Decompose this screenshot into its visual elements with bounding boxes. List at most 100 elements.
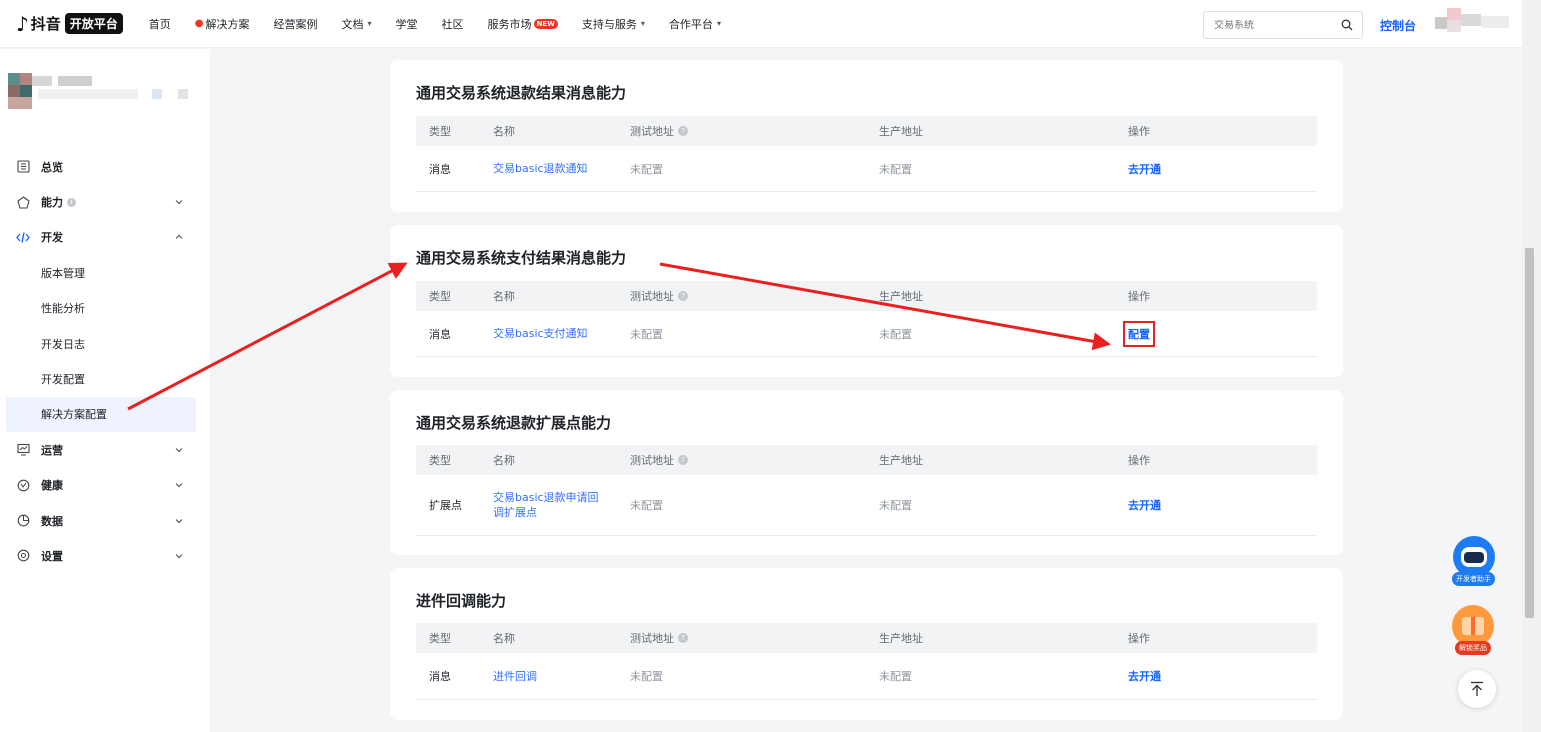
col-header-test-url-label: 测试地址: [630, 290, 674, 303]
question-icon[interactable]: ?: [678, 126, 688, 136]
sidebar-subitem-active[interactable]: 解决方案配置: [6, 396, 196, 433]
activate-button[interactable]: 去开通: [1128, 163, 1161, 176]
data-icon: [16, 514, 30, 528]
search-icon[interactable]: [1340, 18, 1354, 32]
back-to-top-button[interactable]: [1458, 670, 1496, 708]
logo-text: 抖音: [30, 15, 61, 33]
col-header-test-url-label: 测试地址: [630, 454, 674, 467]
cell-type: 消息: [429, 670, 451, 683]
nav-item[interactable]: 经营案例: [274, 16, 318, 32]
cell-prod-url: 未配置: [879, 670, 912, 683]
table-row: 消息 交易basic支付通知 未配置 未配置 配置: [416, 311, 1317, 357]
question-icon[interactable]: ?: [678, 455, 688, 465]
assistant-label: 开发者助手: [1452, 572, 1495, 586]
cell-test-url: 未配置: [630, 162, 663, 176]
health-icon: [16, 478, 30, 492]
cell-action: 去开通: [1115, 668, 1317, 684]
console-link[interactable]: 控制台: [1380, 17, 1416, 34]
cell-name-link[interactable]: 进件回调: [480, 669, 617, 684]
activate-button[interactable]: 去开通: [1128, 499, 1161, 512]
douyin-logo[interactable]: ♪ 抖音 开放平台: [16, 12, 123, 36]
nav-item[interactable]: ● 解决方案: [195, 16, 250, 32]
cell-type: 消息: [429, 162, 451, 176]
chevron-down-icon[interactable]: [174, 480, 184, 490]
table-row: 扩展点 交易basic退款申请回调扩展点 未配置 未配置 去开通: [416, 475, 1317, 536]
nav-item-label: 学堂: [395, 17, 418, 31]
chevron-down-icon[interactable]: [174, 197, 184, 207]
search-box[interactable]: [1203, 11, 1363, 39]
cell-prod-url: 未配置: [879, 162, 912, 176]
col-header-test-url: 测试地址?: [617, 452, 866, 468]
sidebar-item-label: 总览: [41, 160, 63, 174]
sidebar-item[interactable]: 健康: [0, 468, 210, 503]
sidebar-item-label: 开发: [41, 231, 63, 245]
search-input[interactable]: [1214, 19, 1340, 31]
chevron-down-icon[interactable]: [174, 551, 184, 561]
chevron-up-icon[interactable]: [174, 232, 184, 242]
question-icon[interactable]: ?: [678, 633, 688, 643]
cell-prod-url: 未配置: [879, 327, 912, 341]
page-scrollbar[interactable]: [1522, 0, 1541, 732]
col-header-name: 名称: [493, 290, 515, 303]
cell-type: 扩展点: [429, 499, 462, 512]
sidebar-subitem[interactable]: 版本管理: [0, 255, 210, 290]
cell-name-link[interactable]: 交易basic支付通知: [480, 326, 617, 341]
sidebar-item[interactable]: 设置: [0, 538, 210, 573]
unlock-reward-button[interactable]: 解锁奖品: [1452, 605, 1494, 655]
sidebar-item-label: 健康: [41, 479, 63, 493]
scrollbar-thumb[interactable]: [1525, 248, 1534, 618]
col-header-type: 类型: [429, 125, 451, 138]
nav-item[interactable]: 社区: [442, 16, 464, 32]
sidebar-item[interactable]: 数据: [0, 503, 210, 538]
capability-card: 通用交易系统退款扩展点能力 类型 名称 测试地址? 生产地址 操作 扩展点 交易basic退款…: [390, 390, 1343, 555]
sidebar-item[interactable]: 能力 i: [0, 184, 210, 219]
col-header-type: 类型: [429, 454, 451, 467]
cell-name-link[interactable]: 交易basic退款通知: [480, 161, 617, 176]
col-header-action: 操作: [1128, 290, 1150, 303]
nav-item[interactable]: 首页: [149, 16, 171, 32]
col-header-prod-url: 生产地址: [879, 125, 923, 138]
nav-item-label: 首页: [148, 17, 171, 31]
logo-badge: 开放平台: [64, 13, 123, 34]
cell-name-link[interactable]: 交易basic退款申请回调扩展点: [480, 490, 617, 520]
nav-item[interactable]: 学堂: [396, 16, 418, 32]
cell-test-url: 未配置: [630, 327, 663, 341]
sidebar-item-label: 能力: [41, 196, 63, 210]
info-icon: i: [67, 197, 76, 207]
chevron-down-icon: ▾: [716, 19, 721, 28]
nav-item[interactable]: 合作平台 ▾: [669, 16, 721, 32]
question-icon[interactable]: ?: [678, 291, 688, 301]
nav-item-label: 服务市场: [487, 17, 532, 31]
nav-item[interactable]: 支持与服务 ▾: [582, 16, 645, 32]
cell-type: 消息: [429, 327, 451, 341]
table-header: 类型 名称 测试地址? 生产地址 操作: [416, 623, 1317, 653]
col-header-action: 操作: [1128, 454, 1150, 467]
nav-item[interactable]: 服务市场 NEW: [488, 16, 558, 32]
nav-item-label: 支持与服务: [581, 17, 637, 31]
col-header-name: 名称: [493, 125, 515, 138]
chevron-down-icon[interactable]: [174, 516, 184, 526]
new-badge: NEW: [533, 18, 558, 29]
sidebar-item-label: 设置: [41, 549, 63, 563]
activate-button[interactable]: 去开通: [1128, 670, 1161, 683]
nav-item-label: 合作平台: [668, 17, 713, 31]
sidebar-item[interactable]: 运营: [0, 432, 210, 467]
col-header-test-url-label: 测试地址: [630, 632, 674, 645]
col-header-type: 类型: [429, 290, 451, 303]
sidebar-subitem[interactable]: 开发日志: [0, 326, 210, 361]
capability-table: 类型 名称 测试地址? 生产地址 操作 扩展点 交易basic退款申请回调扩展点 未配置 未配置…: [416, 445, 1317, 536]
chevron-down-icon[interactable]: [174, 445, 184, 455]
table-header: 类型 名称 测试地址? 生产地址 操作: [416, 445, 1317, 475]
nav-item[interactable]: 文档 ▾: [342, 16, 372, 32]
sidebar-subitem[interactable]: 开发配置: [0, 361, 210, 396]
sidebar-item[interactable]: 开发: [0, 220, 210, 255]
chevron-down-icon: ▾: [640, 19, 645, 28]
sidebar-item[interactable]: 总览: [0, 149, 210, 184]
capability-card: 进件回调能力 类型 名称 测试地址? 生产地址 操作 消息 进件回调 未配置 未配置 去开通: [390, 568, 1343, 720]
configure-button[interactable]: 配置: [1123, 320, 1155, 347]
sidebar-subitem[interactable]: 性能分析: [0, 291, 210, 326]
col-header-prod-url: 生产地址: [879, 454, 923, 467]
developer-assistant-button[interactable]: 开发者助手: [1452, 536, 1495, 586]
nav-item-label: 经营案例: [273, 17, 318, 31]
user-avatar-blurred[interactable]: [1435, 8, 1511, 38]
